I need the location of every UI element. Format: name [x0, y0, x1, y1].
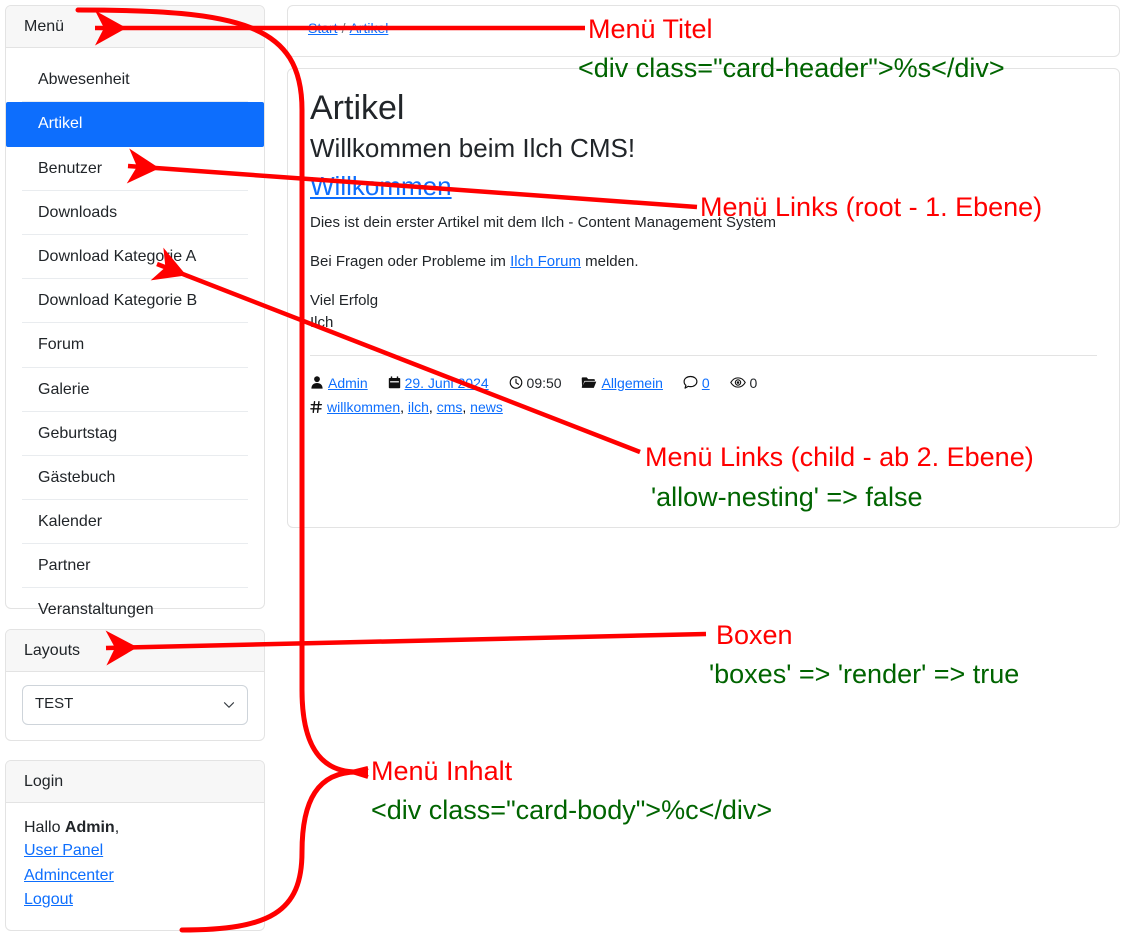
- chevron-down-icon: [223, 702, 235, 709]
- menu-item-forum[interactable]: Forum: [22, 323, 248, 368]
- screenshot-root: Menü Abwesenheit Artikel Benutzer Downloads…: [0, 0, 1127, 936]
- article-tags: willkommen, ilch, cms, news: [327, 399, 503, 415]
- tag-separator: ,: [428, 398, 437, 415]
- article-title-link[interactable]: Willkommen: [310, 171, 452, 202]
- annotation-menu-links-child-red: Menü Links (child - ab 2. Ebene): [645, 442, 1034, 472]
- menu-item-download-kategorie-a[interactable]: Download Kategorie A: [22, 235, 248, 280]
- menu-box-body: Abwesenheit Artikel Benutzer Downloads Downl…: [6, 48, 264, 639]
- layouts-box-body: TEST: [6, 672, 264, 738]
- tag-separator: ,: [462, 398, 471, 415]
- menu-item-partner[interactable]: Partner: [22, 544, 248, 589]
- annotation-menu-links-root-red: Menü Links (root - 1. Ebene): [700, 192, 1043, 222]
- article-tag-willkommen[interactable]: willkommen: [327, 399, 400, 415]
- tag-separator: ,: [400, 398, 408, 415]
- page-title: Artikel: [310, 89, 405, 127]
- article-signoff-2: Ilch: [310, 313, 334, 331]
- breadcrumb-item-artikel[interactable]: Artikel: [349, 20, 388, 36]
- annotation-menu-inhalt-red: Menü Inhalt: [371, 756, 513, 786]
- menu-item-g-stebuch[interactable]: Gästebuch: [22, 456, 248, 501]
- annotation-menu-inhalt-green: <div class="card-body">%c</div>: [371, 795, 773, 825]
- menu-item-abwesenheit[interactable]: Abwesenheit: [22, 58, 248, 103]
- annotation-boxen-red: Boxen: [716, 620, 793, 650]
- ilch-forum-link[interactable]: Ilch Forum: [510, 253, 581, 270]
- article-body: Artikel Willkommen beim Ilch CMS! Willko…: [288, 69, 1119, 436]
- breadcrumb-separator: /: [341, 20, 346, 36]
- paragraph-2-pre: Bei Fragen oder Probleme im: [310, 253, 511, 271]
- login-box-header: Login: [6, 761, 264, 804]
- annotation-boxen-green: 'boxes' => 'render' => true: [709, 659, 1020, 689]
- layouts-box-header: Layouts: [6, 630, 264, 673]
- menu-item-benutzer[interactable]: Benutzer: [22, 147, 248, 191]
- greeting-suffix: ,: [114, 819, 120, 837]
- login-greeting: Hallo Admin,: [24, 816, 246, 839]
- menu-item-galerie[interactable]: Galerie: [22, 368, 248, 412]
- meta-author: Admin: [310, 370, 368, 397]
- meta-date: 29. Juni 2024: [388, 370, 489, 397]
- login-box: Login Hallo Admin, User Panel Admincente…: [5, 760, 265, 931]
- menu-item-download-kategorie-b[interactable]: Download Kategorie B: [22, 279, 248, 324]
- menu-item-kalender[interactable]: Kalender: [22, 500, 248, 545]
- meta-comments-count[interactable]: 0: [702, 375, 710, 391]
- user-icon: [311, 376, 323, 389]
- meta-views-count: 0: [749, 375, 758, 392]
- greeting-username: Admin: [64, 819, 115, 837]
- article-divider: [310, 355, 1097, 357]
- meta-author-link[interactable]: Admin: [328, 375, 368, 391]
- article-tag-row: willkommen, ilch, cms, news: [310, 397, 1097, 418]
- layout-select[interactable]: TEST: [22, 685, 248, 726]
- login-box-body: Hallo Admin, User Panel Admincenter Logo…: [6, 803, 264, 925]
- eye-icon: [729, 377, 746, 388]
- comment-icon: [683, 376, 698, 390]
- menu-box-header: Menü: [6, 6, 264, 49]
- meta-comments: 0: [683, 370, 710, 397]
- article-tag-ilch[interactable]: ilch: [408, 399, 429, 415]
- article-tag-news[interactable]: news: [470, 399, 503, 415]
- layout-select-value: TEST: [35, 695, 74, 713]
- annotation-menu-titel-green: <div class="card-header">%s</div>: [578, 53, 1005, 83]
- meta-time-value: 09:50: [526, 375, 562, 392]
- hash-icon: [310, 400, 323, 413]
- menu-item-veranstaltungen[interactable]: Veranstaltungen: [22, 588, 248, 631]
- annotation-menu-titel-red: Menü Titel: [588, 14, 713, 44]
- menu-item-geburtstag[interactable]: Geburtstag: [22, 412, 248, 456]
- paragraph-2-post: melden.: [580, 253, 639, 271]
- login-link-logout[interactable]: Logout: [24, 888, 246, 912]
- menu-item-downloads[interactable]: Downloads: [22, 191, 248, 235]
- meta-date-link[interactable]: 29. Juni 2024: [405, 375, 489, 391]
- article-subtitle: Willkommen beim Ilch CMS!: [310, 132, 636, 163]
- meta-category-link[interactable]: Allgemein: [601, 375, 662, 391]
- meta-category: Allgemein: [581, 370, 663, 397]
- menu-box: Menü Abwesenheit Artikel Benutzer Downloads…: [5, 5, 265, 618]
- pointer-menu-inhalt-arrowhead: [350, 766, 369, 779]
- breadcrumb-item-start[interactable]: Start: [308, 20, 338, 36]
- meta-time: 09:50: [509, 370, 562, 397]
- article-meta-row: Admin 29. Juni 2024 09:50 Allgemein 0 0: [310, 370, 1097, 397]
- greeting-prefix: Hallo: [24, 819, 65, 837]
- menu-item-artikel[interactable]: Artikel: [6, 102, 264, 147]
- login-link-admincenter[interactable]: Admincenter: [24, 864, 246, 888]
- meta-views: 0: [729, 370, 758, 397]
- annotation-menu-links-child-green: 'allow-nesting' => false: [651, 482, 923, 512]
- article-signoff-1: Viel Erfolg: [310, 291, 379, 309]
- article-paragraph-2: Bei Fragen oder Probleme im Ilch Forum m…: [310, 251, 1097, 273]
- clock-icon: [509, 376, 522, 390]
- article-tag-cms[interactable]: cms: [437, 399, 463, 415]
- menu-list: Abwesenheit Artikel Benutzer Downloads Downl…: [6, 58, 264, 631]
- calendar-icon: [388, 376, 400, 389]
- layouts-box: Layouts TEST: [5, 629, 265, 741]
- login-link-user-panel[interactable]: User Panel: [24, 839, 246, 863]
- folder-icon: [582, 377, 597, 389]
